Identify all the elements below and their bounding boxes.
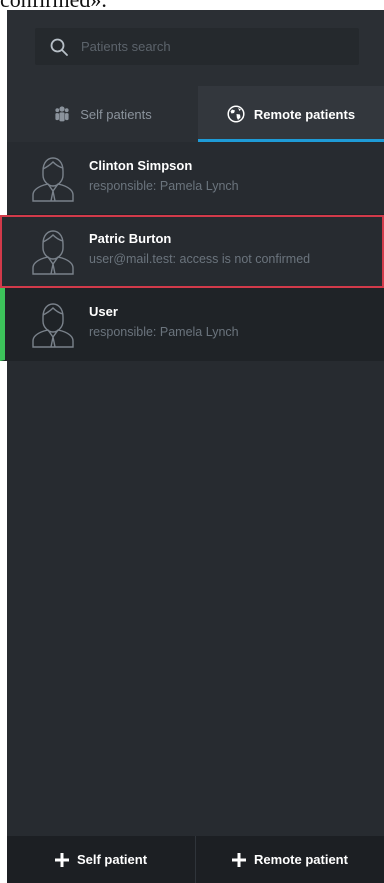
plus-icon [232, 852, 247, 867]
tab-self-label: Self patients [80, 106, 152, 122]
footer-actions: Self patient Remote patient [7, 836, 384, 883]
search-box[interactable] [35, 28, 359, 65]
patient-name: User [89, 304, 118, 319]
patients-panel: Self patients Remote patients Clint [0, 10, 384, 883]
plus-icon [54, 852, 69, 867]
patient-row-user[interactable]: User responsible: Pamela Lynch [0, 288, 384, 361]
add-self-patient-label: Self patient [76, 852, 148, 867]
add-remote-patient-button[interactable]: Remote patient [195, 836, 384, 883]
search-icon [50, 38, 68, 56]
user-avatar-icon [32, 303, 74, 348]
patient-detail: responsible: Pamela Lynch [89, 325, 239, 339]
patient-name: Clinton Simpson [89, 158, 193, 173]
patient-detail: responsible: Pamela Lynch [89, 179, 239, 193]
caption-text: confirmed». [0, 0, 107, 10]
patient-row-clinton-simpson[interactable]: Clinton Simpson responsible: Pamela Lync… [7, 142, 384, 215]
patient-detail: user@mail.test: access is not confirmed [89, 252, 311, 266]
globe-icon [227, 105, 245, 123]
user-avatar-icon [32, 157, 74, 202]
patient-tabs: Self patients Remote patients [7, 86, 384, 142]
search-area [7, 10, 384, 86]
user-avatar-icon [32, 230, 74, 275]
add-self-patient-button[interactable]: Self patient [7, 836, 195, 883]
tab-remote-label: Remote patients [253, 106, 356, 122]
tab-self-patients[interactable]: Self patients [7, 86, 198, 142]
tab-remote-patients[interactable]: Remote patients [198, 86, 384, 142]
patient-row-patric-burton[interactable]: Patric Burton user@mail.test: access is … [0, 215, 384, 288]
people-icon [53, 105, 71, 123]
search-input[interactable] [81, 28, 341, 65]
caption-fragment: confirmed». [0, 0, 384, 10]
add-remote-patient-label: Remote patient [254, 852, 348, 867]
patient-list: Clinton Simpson responsible: Pamela Lync… [0, 142, 384, 361]
patient-name: Patric Burton [89, 231, 172, 246]
